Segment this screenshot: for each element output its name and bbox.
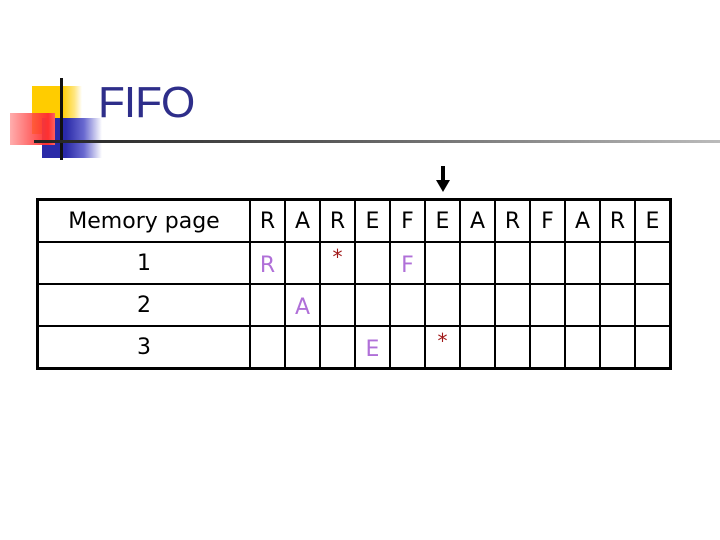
table-cell: [459, 325, 496, 370]
header-label: Memory page: [36, 198, 251, 243]
table-cell: [389, 325, 426, 370]
sequence-cell: R: [319, 198, 356, 243]
row-label: 1: [36, 241, 251, 285]
sequence-cell: F: [389, 198, 426, 243]
sequence-cell: R: [599, 198, 636, 243]
title-underline: [34, 140, 720, 143]
table-row: 1 R * F: [36, 241, 672, 285]
table-cell: F: [389, 241, 426, 285]
table-cell: [284, 325, 321, 370]
table-row: 2A: [36, 283, 672, 327]
table-cell: [529, 325, 566, 370]
table-cell: [599, 283, 636, 327]
table-cell: [319, 283, 356, 327]
replacement-marker: *: [437, 328, 448, 353]
table-cell: [424, 241, 461, 285]
sequence-cell: A: [564, 198, 601, 243]
table-cell: [249, 283, 286, 327]
table-cell: [319, 325, 356, 370]
table-cell: [634, 325, 672, 370]
table-cell: [529, 283, 566, 327]
table-cell: [529, 241, 566, 285]
header-row: Memory page R A R E F E A R F A R E: [36, 198, 672, 243]
row-label: 3: [36, 325, 251, 370]
table-cell: [564, 283, 601, 327]
table-cell: [389, 283, 426, 327]
replacement-marker: *: [332, 244, 343, 269]
table-cell: [494, 283, 531, 327]
sequence-cell: E: [424, 198, 461, 243]
row-label: 2: [36, 283, 251, 327]
table-cell: [494, 325, 531, 370]
sequence-cell: A: [284, 198, 321, 243]
down-arrow-icon: [435, 166, 450, 192]
table-cell: [564, 325, 601, 370]
sequence-cell: R: [249, 198, 286, 243]
table-cell: [459, 283, 496, 327]
table-cell: [599, 325, 636, 370]
table-cell: [634, 241, 672, 285]
table-cell: *: [424, 325, 461, 370]
table-cell: [494, 241, 531, 285]
table-row: 3 E *: [36, 325, 672, 370]
table-cell: A: [284, 283, 321, 327]
sequence-cell: E: [634, 198, 672, 243]
table-cell: [284, 241, 321, 285]
sequence-cell: E: [354, 198, 391, 243]
page-value: F: [401, 252, 414, 278]
sequence-cell: A: [459, 198, 496, 243]
table-cell: [424, 283, 461, 327]
table-cell: [354, 283, 391, 327]
table-cell: E: [354, 325, 391, 370]
page-value: A: [294, 294, 311, 320]
table-cell: [459, 241, 496, 285]
table-cell: [354, 241, 391, 285]
table-cell: R: [249, 241, 286, 285]
sequence-cell: F: [529, 198, 566, 243]
decor-vertical-line: [60, 78, 63, 160]
table-cell: [564, 241, 601, 285]
table-cell: [634, 283, 672, 327]
page-value: E: [365, 336, 380, 362]
table-cell: [599, 241, 636, 285]
table-cell: *: [319, 241, 356, 285]
sequence-cell: R: [494, 198, 531, 243]
page-value: R: [259, 252, 276, 278]
fifo-table: Memory page R A R E F E A R F A R E 1 R * F 2 A 3 E *: [36, 198, 672, 370]
slide-title: FIFO: [98, 78, 195, 127]
table-cell: [249, 325, 286, 370]
